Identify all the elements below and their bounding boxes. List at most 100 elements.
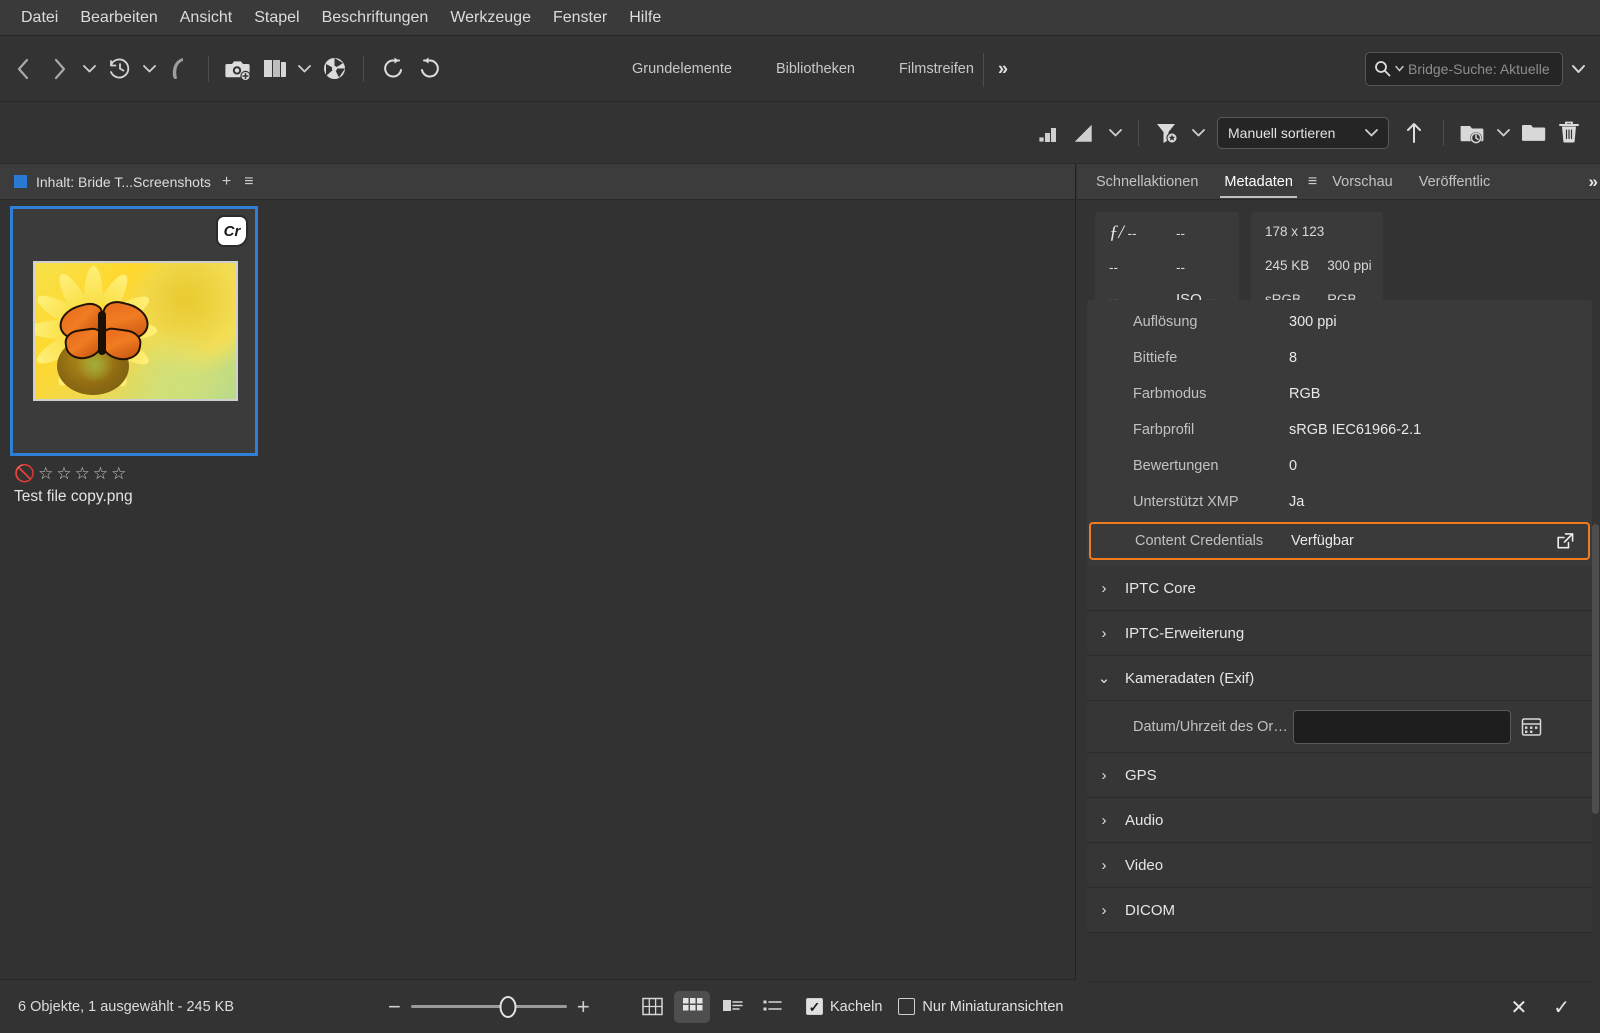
- section-audio[interactable]: › Audio: [1087, 798, 1592, 843]
- calendar-icon[interactable]: [1521, 716, 1542, 737]
- star-1-icon[interactable]: ☆: [38, 464, 53, 484]
- forward-arrow-icon[interactable]: [42, 50, 76, 88]
- primary-toolbar: Grundelemente Bibliotheken Filmstreifen …: [0, 36, 1600, 102]
- filter-funnel-icon[interactable]: [1151, 114, 1185, 152]
- workspace-tab-filmstreifen[interactable]: Filmstreifen: [877, 55, 996, 83]
- star-3-icon[interactable]: ☆: [75, 464, 90, 484]
- metadata-scroll-region[interactable]: Auflösung 300 ppi Bittiefe 8 Farbmodus R…: [1087, 300, 1592, 981]
- delete-trash-icon[interactable]: [1552, 114, 1586, 152]
- new-folder-icon[interactable]: [1516, 114, 1550, 152]
- thumbnail-frame-selected[interactable]: Cr: [10, 206, 258, 456]
- thumbnail-grid-view-icon[interactable]: [674, 990, 710, 1023]
- aperture-label: ƒ/: [1109, 222, 1124, 243]
- workspace-tab-grundelemente[interactable]: Grundelemente: [610, 55, 754, 83]
- filter-chevron-down-icon[interactable]: [1104, 114, 1126, 152]
- filter-ratings-icon[interactable]: [1032, 114, 1066, 152]
- kacheln-checkbox-group[interactable]: Kacheln: [806, 998, 882, 1015]
- section-iptc-erweiterung[interactable]: › IPTC-Erweiterung: [1087, 611, 1592, 656]
- history-chevron-down-icon[interactable]: [138, 50, 160, 88]
- chevron-down-icon[interactable]: [78, 50, 100, 88]
- placard-shutter-value: --: [1176, 225, 1185, 241]
- metadata-panel-menu-button[interactable]: ≡: [1306, 173, 1319, 191]
- grid-view-icon[interactable]: [634, 991, 670, 1023]
- thumbnail-item[interactable]: Cr 🚫 ☆ ☆ ☆ ☆ ☆ Test file copy.png: [10, 206, 258, 506]
- tab-veroeffentlichen[interactable]: Veröffentlic: [1406, 165, 1503, 198]
- content-color-indicator: [14, 175, 27, 188]
- recent-folder-icon[interactable]: [1456, 114, 1490, 152]
- back-arrow-icon[interactable]: [6, 50, 40, 88]
- sort-dropdown[interactable]: Manuell sortieren: [1217, 116, 1389, 149]
- boomerang-icon[interactable]: [162, 50, 196, 88]
- camera-raw-aperture-icon[interactable]: [317, 50, 351, 88]
- tab-vorschau[interactable]: Vorschau: [1319, 165, 1405, 198]
- star-2-icon[interactable]: ☆: [56, 464, 71, 484]
- star-4-icon[interactable]: ☆: [93, 464, 108, 484]
- menu-item-fenster[interactable]: Fenster: [542, 5, 618, 31]
- history-clock-icon[interactable]: [102, 50, 136, 88]
- star-5-icon[interactable]: ☆: [111, 464, 126, 484]
- search-icon: [1375, 61, 1391, 77]
- property-row-farbprofil: Farbprofil sRGB IEC61966-2.1: [1087, 412, 1592, 448]
- list-view-icon[interactable]: [754, 991, 790, 1023]
- section-label: Video: [1125, 856, 1164, 874]
- metadata-tabs-overflow-icon[interactable]: »: [1589, 172, 1599, 192]
- copy-stack-icon[interactable]: [257, 50, 291, 88]
- workspace-tab-bibliotheken[interactable]: Bibliotheken: [754, 55, 877, 83]
- exif-datetime-input[interactable]: [1293, 709, 1511, 744]
- content-panel-menu-button[interactable]: ≡: [242, 173, 255, 191]
- section-kameradaten-exif[interactable]: ⌄ Kameradaten (Exif): [1087, 656, 1592, 701]
- secondary-toolbar: Manuell sortieren: [0, 102, 1600, 164]
- nur-miniaturansichten-checkbox[interactable]: [898, 998, 916, 1015]
- section-video[interactable]: › Video: [1087, 843, 1592, 888]
- nur-miniaturansichten-checkbox-group[interactable]: Nur Miniaturansichten: [898, 998, 1063, 1015]
- zoom-slider[interactable]: [410, 995, 567, 1018]
- zoom-in-button[interactable]: +: [577, 995, 590, 1018]
- external-link-icon[interactable]: [1557, 533, 1574, 550]
- search-placeholder: Bridge-Suche: Aktuelle: [1408, 60, 1550, 77]
- sort-ascending-arrow-icon[interactable]: [1397, 114, 1431, 152]
- property-row-content-credentials[interactable]: Content Credentials Verfügbar: [1089, 522, 1590, 560]
- search-input[interactable]: Bridge-Suche: Aktuelle: [1365, 51, 1563, 86]
- zoom-out-button[interactable]: −: [388, 995, 401, 1018]
- filter-dots-icon[interactable]: [1068, 114, 1102, 152]
- add-tab-button[interactable]: +: [220, 173, 233, 191]
- menu-item-bearbeiten[interactable]: Bearbeiten: [69, 5, 168, 31]
- content-panel-tabbar: Inhalt: Bride T...Screenshots + ≡: [0, 164, 1075, 200]
- thumbnail-rating-row[interactable]: 🚫 ☆ ☆ ☆ ☆ ☆: [10, 464, 258, 484]
- recent-folder-chevron-icon[interactable]: [1492, 114, 1514, 152]
- content-credentials-badge[interactable]: Cr: [218, 217, 246, 245]
- tab-schnellaktionen[interactable]: Schnellaktionen: [1083, 165, 1211, 198]
- menu-item-ansicht[interactable]: Ansicht: [169, 5, 243, 31]
- property-key: Farbprofil: [1133, 422, 1195, 438]
- menu-item-stapel[interactable]: Stapel: [243, 5, 310, 31]
- section-dicom[interactable]: › DICOM: [1087, 888, 1592, 933]
- section-label: IPTC-Erweiterung: [1125, 624, 1245, 642]
- section-label: Kameradaten (Exif): [1125, 669, 1255, 687]
- menu-item-hilfe[interactable]: Hilfe: [618, 5, 672, 31]
- workspace-overflow-chevron-icon[interactable]: »: [998, 58, 1008, 79]
- copy-chevron-down-icon[interactable]: [293, 50, 315, 88]
- cancel-button[interactable]: ✕: [1510, 995, 1527, 1020]
- reject-circle-icon[interactable]: 🚫: [14, 464, 35, 484]
- thumbnail-filename[interactable]: Test file copy.png: [10, 488, 258, 506]
- zoom-slider-handle[interactable]: [499, 995, 517, 1018]
- rotate-clockwise-icon[interactable]: [412, 50, 446, 88]
- search-expand-chevron-icon[interactable]: [1571, 64, 1586, 74]
- thumbnail-grid: Cr 🚫 ☆ ☆ ☆ ☆ ☆ Test file copy.png: [0, 200, 1075, 979]
- get-photos-camera-icon[interactable]: [221, 50, 255, 88]
- rotate-counterclockwise-icon[interactable]: [376, 50, 410, 88]
- metadata-scrollbar[interactable]: [1592, 524, 1599, 814]
- kacheln-checkbox[interactable]: [806, 998, 823, 1015]
- property-value: 0: [1289, 458, 1298, 474]
- content-panel-title[interactable]: Inhalt: Bride T...Screenshots: [36, 174, 211, 190]
- menu-item-werkzeuge[interactable]: Werkzeuge: [439, 5, 542, 31]
- funnel-chevron-down-icon[interactable]: [1187, 114, 1209, 152]
- menu-item-datei[interactable]: Datei: [10, 5, 69, 31]
- tab-metadaten[interactable]: Metadaten: [1211, 165, 1306, 198]
- section-gps[interactable]: › GPS: [1087, 753, 1592, 798]
- thumbnail-image-butterfly-sunflower: [33, 261, 238, 401]
- menu-item-beschriftungen[interactable]: Beschriftungen: [311, 5, 440, 31]
- section-iptc-core[interactable]: › IPTC Core: [1087, 566, 1592, 611]
- confirm-button[interactable]: ✓: [1553, 995, 1570, 1020]
- details-view-icon[interactable]: [714, 991, 750, 1023]
